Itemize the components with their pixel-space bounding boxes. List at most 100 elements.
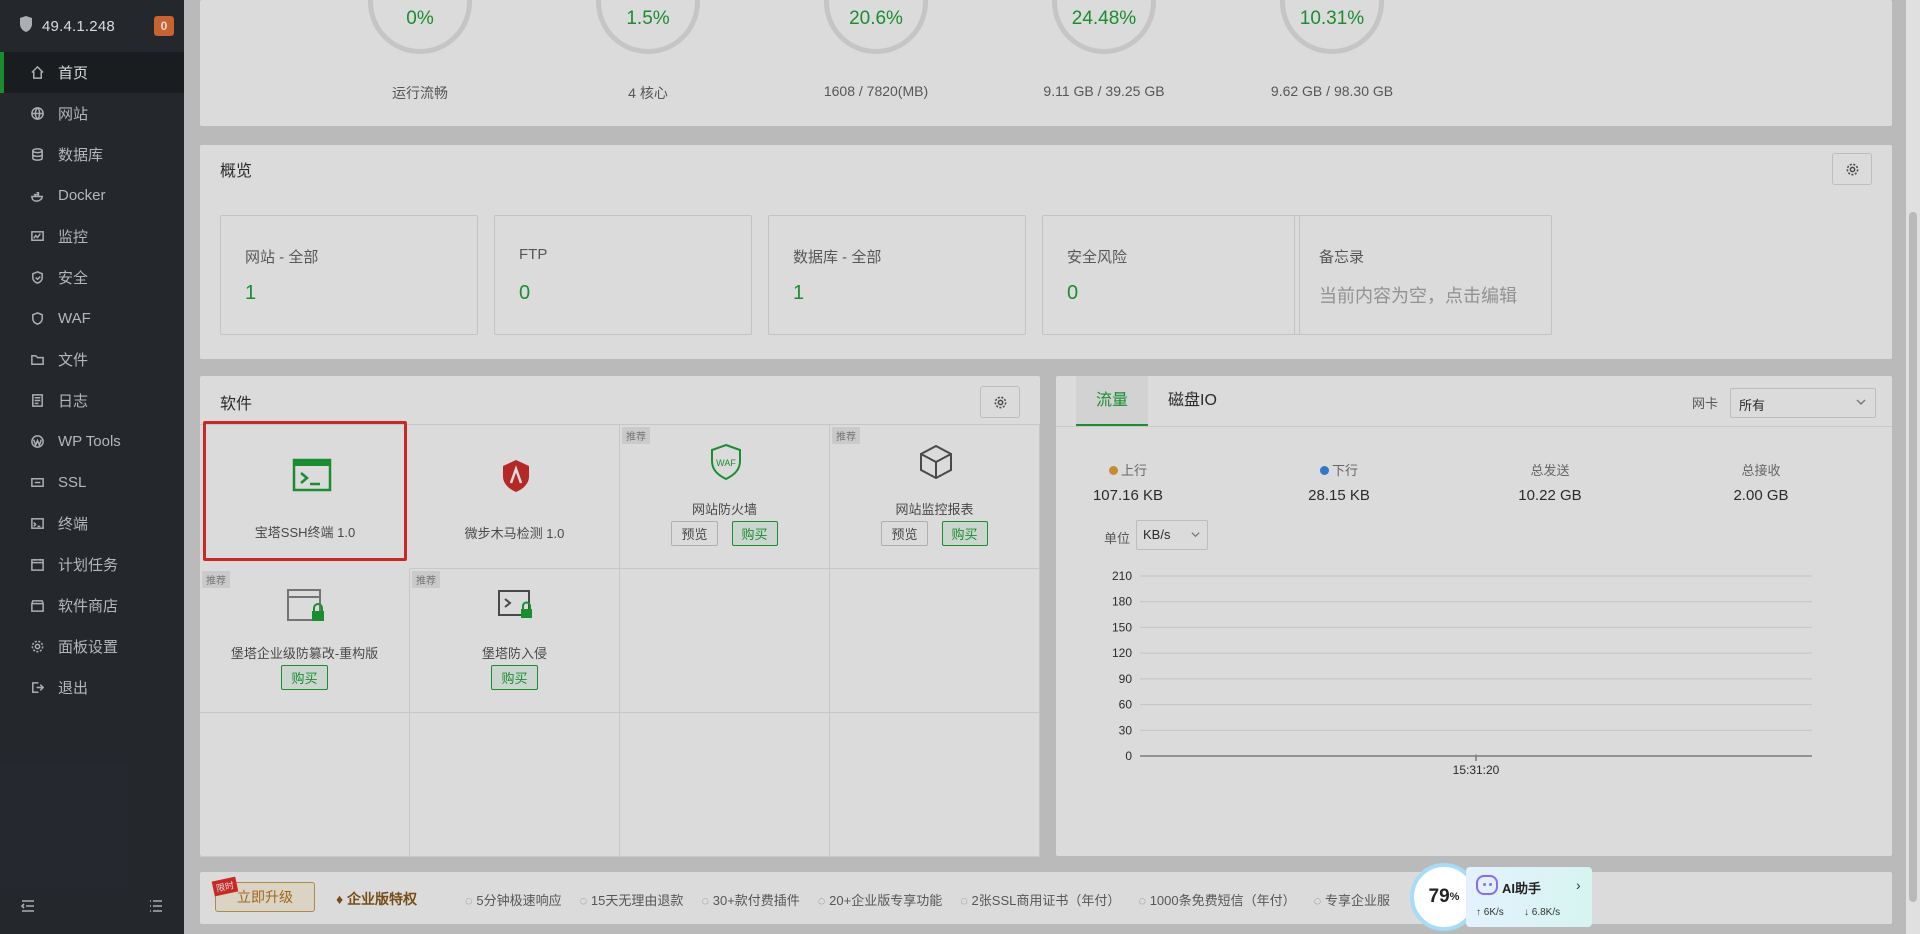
sidebar-item-8[interactable]: 日志 — [0, 380, 184, 421]
software-empty-cell — [830, 569, 1040, 713]
overview-settings-button[interactable] — [1832, 153, 1872, 185]
menu-list-icon[interactable] — [148, 898, 164, 919]
nic-label: 网卡 — [1692, 396, 1719, 411]
overview-card-title: 数据库 - 全部 — [793, 249, 882, 266]
scrollbar-thumb[interactable] — [1909, 212, 1917, 902]
buy-button[interactable]: 购买 — [731, 521, 778, 546]
overview-card-value[interactable]: 1 — [793, 282, 804, 305]
monitor-icon — [28, 228, 46, 246]
software-empty-cell — [830, 713, 1040, 857]
collapse-sidebar-icon[interactable] — [20, 898, 36, 919]
overview-card-2[interactable]: 数据库 - 全部 1 — [768, 215, 1026, 335]
software-item-5[interactable]: 推荐 堡塔防入侵 购买 — [410, 569, 620, 713]
ai-down-value: 6.8K/s — [1531, 907, 1561, 918]
home-icon — [28, 64, 46, 82]
sidebar-item-label: WP Tools — [58, 433, 121, 450]
gauge-label: 1608 / 7820(MB) — [823, 83, 929, 99]
tab-traffic[interactable]: 流量 — [1076, 376, 1149, 426]
buy-button[interactable]: 购买 — [281, 665, 328, 690]
sidebar-item-label: 首页 — [58, 65, 89, 82]
software-name: 宝塔SSH终端 1.0 — [254, 525, 356, 540]
tab-disk-io[interactable]: 磁盘IO — [1148, 376, 1237, 426]
software-settings-button[interactable] — [980, 386, 1020, 418]
sidebar-item-9[interactable]: WP Tools — [0, 421, 184, 462]
chevron-down-icon — [1856, 399, 1866, 405]
stat-label-text: 上行 — [1120, 463, 1147, 478]
overview-card-value[interactable]: 1 — [245, 282, 256, 305]
overview-panel: 概览 网站 - 全部 1 FTP 0 数据库 - 全部 1 安全风险 0 备忘录 当前内容为空… — [200, 145, 1892, 359]
sidebar-item-10[interactable]: SSL — [0, 462, 184, 503]
sidebar-item-3[interactable]: Docker — [0, 175, 184, 216]
software-item-2[interactable]: 推荐 WAF 网站防火墙 预览 购买 — [620, 425, 830, 569]
stat-label-text: 总发送 — [1530, 463, 1570, 478]
buy-button[interactable]: 购买 — [941, 521, 988, 546]
enterprise-privileges[interactable]: ♦ 企业版特权 — [336, 889, 417, 909]
sidebar-item-11[interactable]: 终端 — [0, 503, 184, 544]
sidebar-item-1[interactable]: 网站 — [0, 93, 184, 134]
tabs-divider — [1056, 426, 1892, 427]
sidebar-item-label: 监控 — [58, 229, 89, 246]
sidebar-item-4[interactable]: 监控 — [0, 216, 184, 257]
nic-select[interactable]: 所有 — [1730, 388, 1876, 418]
overview-title: 概览 — [220, 163, 253, 180]
buy-button[interactable]: 购买 — [491, 665, 538, 690]
recommend-tag: 推荐 — [202, 571, 230, 588]
memo-title: 备忘录 — [1319, 249, 1365, 266]
chevron-down-icon — [1191, 532, 1200, 538]
ai-assistant-widget[interactable]: 79% AI助手 › ↑ 6K/s ↓ 6.8K/s — [1410, 863, 1592, 931]
sidebar-item-15[interactable]: 退出 — [0, 667, 184, 708]
y-tick-label: 0 — [1125, 749, 1132, 763]
software-item-4[interactable]: 推荐 堡塔企业级防篡改-重构版 购买 — [200, 569, 410, 713]
preview-button[interactable]: 预览 — [881, 521, 928, 546]
software-icon — [495, 455, 537, 497]
perk-item: 30+款付费插件 — [701, 890, 800, 909]
software-item-0[interactable]: 宝塔SSH终端 1.0 — [203, 421, 407, 561]
sidebar-item-6[interactable]: WAF — [0, 298, 184, 339]
overview-card-value[interactable]: 0 — [519, 282, 530, 305]
memo-placeholder[interactable]: 当前内容为空，点击编辑 — [1319, 282, 1517, 308]
software-actions: 预览 购买 — [830, 521, 1039, 546]
software-actions: 购买 — [200, 665, 409, 690]
upgrade-button[interactable]: 限时 立即升级 — [211, 876, 315, 912]
notification-badge[interactable]: 0 — [154, 16, 174, 36]
software-name: 堡塔防入侵 — [481, 646, 547, 661]
software-title: 软件 — [220, 396, 253, 413]
software-icon — [291, 454, 333, 496]
sidebar-item-label: Docker — [58, 187, 106, 204]
sidebar-item-13[interactable]: 软件商店 — [0, 585, 184, 626]
sidebar-item-12[interactable]: 计划任务 — [0, 544, 184, 585]
overview-card-0[interactable]: 网站 - 全部 1 — [220, 215, 478, 335]
terminal-icon — [28, 515, 46, 533]
y-tick-label: 180 — [1112, 595, 1132, 609]
overview-card-3[interactable]: 安全风险 0 — [1042, 215, 1300, 335]
stat-label: 上行 — [1028, 460, 1228, 479]
software-item-1[interactable]: 微步木马检测 1.0 — [410, 425, 620, 569]
sidebar-item-14[interactable]: 面板设置 — [0, 626, 184, 667]
software-icon: WAF — [705, 441, 747, 483]
sidebar-item-label: 终端 — [58, 516, 89, 533]
shield-icon — [28, 269, 46, 287]
sidebar-item-7[interactable]: 文件 — [0, 339, 184, 380]
sidebar-item-label: 文件 — [58, 352, 89, 369]
ai-download-speed: ↓ 6.8K/s — [1524, 907, 1561, 918]
page-scrollbar[interactable] — [1906, 0, 1920, 934]
sidebar-item-2[interactable]: 数据库 — [0, 134, 184, 175]
preview-button[interactable]: 预览 — [671, 521, 718, 546]
ai-assistant-card[interactable]: AI助手 › ↑ 6K/s ↓ 6.8K/s — [1466, 867, 1592, 927]
sidebar-footer — [0, 882, 184, 934]
stat-value: 10.22 GB — [1518, 487, 1582, 504]
unit-select[interactable]: KB/s — [1136, 520, 1208, 550]
perk-item: 15天无理由退款 — [580, 890, 683, 909]
globe-icon — [28, 105, 46, 123]
software-item-3[interactable]: 推荐 网站监控报表 预览 购买 — [830, 425, 1040, 569]
perk-item: 20+企业版专享功能 — [818, 890, 942, 909]
sidebar-item-5[interactable]: 安全 — [0, 257, 184, 298]
sidebar-item-0[interactable]: 首页 — [0, 52, 184, 93]
memo-card[interactable]: 备忘录 当前内容为空，点击编辑 — [1294, 215, 1552, 335]
sidebar-item-label: 安全 — [58, 270, 89, 287]
wordpress-icon — [28, 433, 46, 451]
overview-card-value[interactable]: 0 — [1067, 282, 1078, 305]
gauge-value: 24.48% — [1071, 8, 1137, 29]
sidebar-item-label: SSL — [58, 474, 87, 491]
overview-card-1[interactable]: FTP 0 — [494, 215, 752, 335]
